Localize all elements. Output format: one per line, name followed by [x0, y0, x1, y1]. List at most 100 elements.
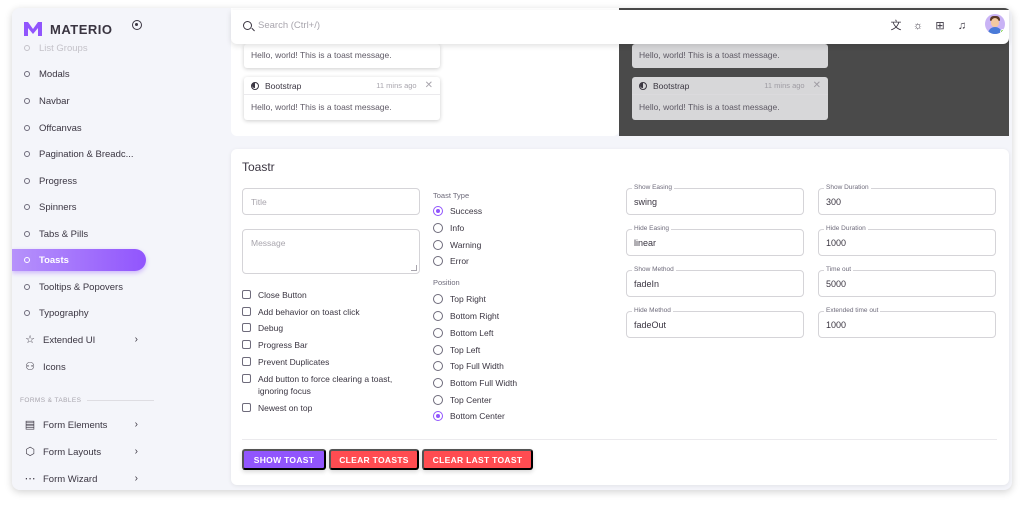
radio-top-center[interactable]: Top Center [433, 395, 492, 405]
checkbox-add-behavior[interactable]: Add behavior on toast click [242, 306, 417, 318]
radio-top-left[interactable]: Top Left [433, 345, 480, 355]
show-method-input[interactable]: Show Method fadeIn [626, 266, 804, 297]
sidebar-item-label: Offcanvas [39, 122, 82, 134]
checkbox-force-clearing[interactable]: Add button to force clearing a toast, ig… [242, 373, 417, 397]
radio-button[interactable] [433, 223, 443, 233]
checkbox-progress-bar[interactable]: Progress Bar [242, 339, 417, 351]
toast-time: 11 mins ago [376, 81, 417, 90]
radio-bottom-right[interactable]: Bottom Right [433, 311, 499, 321]
sidebar-item-label: Modals [39, 68, 70, 80]
sidebar-item-label: Typography [39, 307, 89, 319]
resize-handle-icon[interactable] [411, 265, 417, 271]
extended-timeout-input[interactable]: Extended time out 1000 [818, 307, 996, 338]
sidebar-item-form-elements[interactable]: ▤ Form Elements › [12, 414, 146, 436]
radio-bottom-full-width[interactable]: Bottom Full Width [433, 378, 517, 388]
toast-preview: Hello, world! This is a toast message. [632, 44, 828, 68]
show-toast-button[interactable]: SHOW TOAST [242, 449, 326, 470]
sidebar-item-icons[interactable]: ⚇ Icons [12, 356, 146, 378]
online-status-badge [1000, 29, 1005, 34]
radio-button[interactable] [433, 311, 443, 321]
sidebar-item-progress[interactable]: Progress [12, 170, 146, 192]
sidebar-item-form-layouts[interactable]: ⬡ Form Layouts › [12, 441, 146, 463]
field-label: Hide Method [632, 307, 673, 314]
message-textarea[interactable]: Message [242, 229, 420, 274]
radio-warning[interactable]: Warning [433, 240, 481, 250]
bell-icon[interactable]: ♫ [955, 19, 969, 33]
checkbox[interactable] [242, 307, 251, 316]
radio-button[interactable] [433, 378, 443, 388]
sidebar-item-spinners[interactable]: Spinners [12, 196, 146, 218]
clear-last-toast-button[interactable]: CLEAR LAST TOAST [422, 449, 533, 470]
radio-button[interactable] [433, 395, 443, 405]
checkbox-close-button[interactable]: Close Button [242, 289, 417, 301]
title-input[interactable]: Title [242, 188, 420, 215]
hide-method-input[interactable]: Hide Method fadeOut [626, 307, 804, 338]
translate-icon[interactable]: 文 [889, 19, 903, 33]
checkbox[interactable] [242, 403, 251, 412]
sidebar-item-tabs-pills[interactable]: Tabs & Pills [12, 223, 146, 245]
sidebar-item-pagination[interactable]: Pagination & Breadc... [12, 143, 146, 165]
field-label: Show Method [632, 266, 676, 273]
checkbox[interactable] [242, 357, 251, 366]
materio-logo-icon [24, 22, 42, 36]
sidebar-item-toasts[interactable]: Toasts [12, 249, 146, 271]
checkbox-debug[interactable]: Debug [242, 322, 417, 334]
checkbox[interactable] [242, 340, 251, 349]
toast-message: Hello, world! This is a toast message. [251, 102, 392, 112]
checkbox[interactable] [242, 290, 251, 299]
search-input[interactable]: Search (Ctrl+/) [258, 20, 320, 31]
sidebar-item-label: List Groups [39, 42, 88, 54]
toast-preview: Bootstrap 11 mins ago ✕ Hello, world! Th… [632, 77, 828, 120]
radio-top-full-width[interactable]: Top Full Width [433, 361, 504, 371]
dots-icon: ⋯ [24, 473, 36, 485]
search-icon[interactable] [243, 21, 252, 30]
sidebar: MATERIO List Groups Modals Navbar Offcan… [12, 8, 158, 490]
radio-button[interactable] [433, 411, 443, 421]
radio-button[interactable] [433, 345, 443, 355]
sidebar-item-offcanvas[interactable]: Offcanvas [12, 117, 146, 139]
radio-error[interactable]: Error [433, 256, 469, 266]
hide-easing-input[interactable]: Hide Easing linear [626, 225, 804, 256]
radio-button[interactable] [433, 240, 443, 250]
checkbox-prevent-duplicates[interactable]: Prevent Duplicates [242, 356, 417, 368]
sidebar-item-extended-ui[interactable]: ☆ Extended UI › [12, 329, 146, 351]
hide-duration-input[interactable]: Hide Duration 1000 [818, 225, 996, 256]
sidebar-item-typography[interactable]: Typography [12, 302, 146, 324]
radio-button[interactable] [433, 361, 443, 371]
radio-bottom-left[interactable]: Bottom Left [433, 328, 493, 338]
radio-button[interactable] [433, 294, 443, 304]
sidebar-item-modals[interactable]: Modals [12, 63, 146, 85]
toast-preview: Bootstrap 11 mins ago ✕ Hello, world! Th… [244, 77, 440, 120]
sidebar-item-navbar[interactable]: Navbar [12, 90, 146, 112]
show-easing-input[interactable]: Show Easing swing [626, 184, 804, 215]
field-value: fadeOut [634, 320, 667, 330]
radio-button[interactable] [433, 206, 443, 216]
radio-info[interactable]: Info [433, 223, 464, 233]
sidebar-item-list-groups[interactable]: List Groups [12, 37, 146, 59]
checkbox[interactable] [242, 374, 251, 383]
toast-message: Hello, world! This is a toast message. [251, 50, 392, 60]
grid-icon[interactable]: ⊞ [933, 19, 947, 33]
sidebar-item-label: Progress [39, 175, 78, 187]
checkbox[interactable] [242, 323, 251, 332]
close-icon[interactable]: ✕ [425, 80, 433, 91]
sidebar-toggle-icon[interactable] [132, 20, 142, 30]
avatar[interactable] [985, 14, 1005, 34]
radio-button[interactable] [433, 256, 443, 266]
sidebar-item-tooltips[interactable]: Tooltips & Popovers [12, 276, 146, 298]
circle-icon [24, 45, 30, 51]
timeout-input[interactable]: Time out 5000 [818, 266, 996, 297]
toast-type-label: Toast Type [433, 191, 470, 200]
toast-time: 11 mins ago [764, 81, 805, 90]
checkbox-newest-on-top[interactable]: Newest on top [242, 402, 417, 414]
close-icon[interactable]: ✕ [813, 80, 821, 91]
radio-top-right[interactable]: Top Right [433, 294, 486, 304]
radio-bottom-center[interactable]: Bottom Center [433, 411, 505, 421]
show-duration-input[interactable]: Show Duration 300 [818, 184, 996, 215]
sidebar-item-form-wizard[interactable]: ⋯ Form Wizard › [12, 468, 146, 490]
toast-header: Bootstrap 11 mins ago ✕ [632, 77, 828, 95]
sun-icon[interactable]: ☼ [911, 19, 925, 33]
radio-button[interactable] [433, 328, 443, 338]
radio-success[interactable]: Success [433, 206, 482, 216]
clear-toasts-button[interactable]: CLEAR TOASTS [329, 449, 419, 470]
